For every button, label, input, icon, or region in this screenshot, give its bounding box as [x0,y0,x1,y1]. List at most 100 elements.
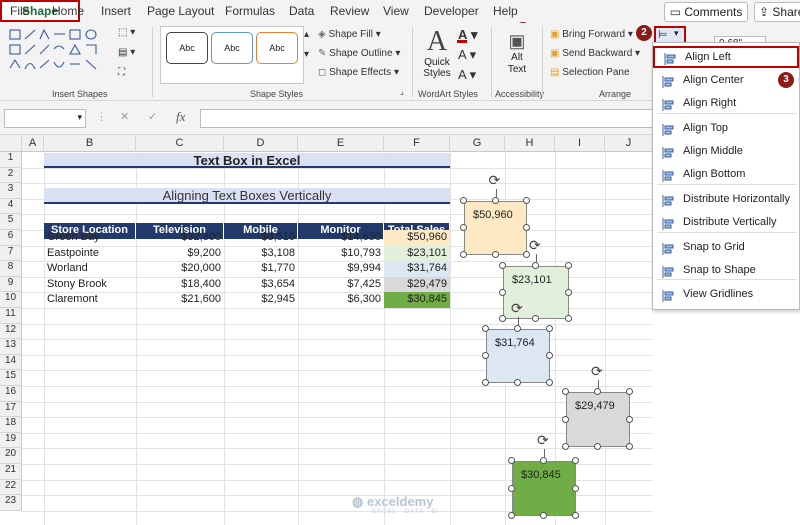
resize-handle[interactable] [482,379,489,386]
menu-item-view-gridlines[interactable]: View Gridlines [653,283,799,305]
store-location-cell[interactable]: Worland [44,261,136,277]
resize-handle[interactable] [562,443,569,450]
resize-handle[interactable] [460,251,467,258]
rotate-handle-icon[interactable]: ⟳ [489,172,501,189]
resize-handle[interactable] [460,197,467,204]
send-backward-button[interactable]: ▣ Send Backward ▾ [550,48,640,59]
resize-handle[interactable] [572,484,579,492]
row-header[interactable]: 12 [0,323,22,340]
menu-item-snap-to-shape[interactable]: Snap to Shape [653,259,799,281]
menu-item-snap-to-grid[interactable]: Snap to Grid [653,236,799,258]
resize-handle[interactable] [626,443,633,450]
rotate-handle-icon[interactable]: ⟳ [537,432,549,449]
row-header[interactable]: 22 [0,479,22,496]
store-location-cell[interactable]: Eastpointe [44,246,136,262]
sheet-title[interactable]: Text Box in Excel [44,152,450,169]
table-cell[interactable]: $31,764 [384,261,450,277]
resize-handle[interactable] [572,512,579,519]
text-fill-icon[interactable]: A ▾ [457,27,478,43]
edit-shape-icon[interactable]: ⬚ ▾ [118,27,135,38]
tab-page-layout[interactable]: Page Layout [147,4,214,18]
resize-handle[interactable] [572,457,579,464]
table-cell[interactable]: $29,479 [384,276,450,293]
selection-pane-button[interactable]: ▤ Selection Pane [550,67,630,78]
row-header[interactable]: 3 [0,183,22,199]
text-box-shape[interactable]: $50,960 [464,201,527,255]
quick-styles-button[interactable]: A Quick Styles [420,27,454,83]
store-location-cell[interactable]: Claremont [44,292,136,308]
resize-handle[interactable] [508,484,515,492]
column-header[interactable]: J [605,135,653,152]
bring-forward-button[interactable]: ▣ Bring Forward ▾ [550,29,633,40]
table-cell[interactable]: $10,793 [298,246,384,262]
table-cell[interactable]: $18,400 [136,277,224,293]
resize-handle[interactable] [482,352,489,359]
fx-icon[interactable]: fx [176,109,185,125]
row-header[interactable]: 2 [0,167,22,184]
column-header[interactable]: B [44,135,136,152]
shape-outline-button[interactable]: ✎ Shape Outline ▾ [318,48,400,59]
table-cell[interactable]: $9,994 [298,261,384,277]
row-header[interactable]: 20 [0,448,22,464]
tab-developer[interactable]: Developer [424,4,479,18]
resize-handle[interactable] [523,197,530,204]
resize-handle[interactable] [594,388,601,395]
column-header[interactable]: H [505,135,555,152]
column-header[interactable]: G [450,135,505,152]
table-cell[interactable]: $32,800 [136,230,224,246]
resize-handle[interactable] [499,315,506,322]
tab-formulas[interactable]: Formulas [225,4,275,18]
enter-icon[interactable]: ✓ [148,110,157,123]
shapes-gallery[interactable] [8,28,106,80]
resize-handle[interactable] [491,197,499,204]
share-button[interactable]: ⇪ Share [754,2,800,22]
table-cell[interactable]: $3,654 [224,277,298,293]
tab-view[interactable]: View [383,4,409,18]
tab-data[interactable]: Data [289,4,314,18]
menu-item-align-top[interactable]: Align Top [653,117,799,139]
resize-handle[interactable] [562,415,569,423]
resize-handle[interactable] [523,224,530,231]
text-box-shape[interactable]: $31,764 [486,329,550,383]
text-box-shape[interactable]: $29,479 [566,392,630,447]
store-location-cell[interactable]: Green Bay [44,230,136,246]
resize-handle[interactable] [514,379,521,386]
resize-handle[interactable] [562,388,569,395]
comments-button[interactable]: ▭ Comments [664,2,748,22]
row-header[interactable]: 4 [0,198,22,215]
style-sample-1[interactable]: Abc [166,32,208,64]
cancel-icon[interactable]: ✕ [120,110,129,123]
row-header[interactable]: 23 [0,495,22,511]
menu-item-align-bottom[interactable]: Align Bottom [653,163,799,185]
table-cell[interactable]: $30,845 [384,292,450,308]
resize-handle[interactable] [540,457,547,464]
resize-handle[interactable] [499,288,506,296]
row-header[interactable]: 11 [0,308,22,324]
column-header[interactable]: E [298,135,384,152]
text-outline-icon[interactable]: A ▾ [458,47,476,63]
formula-input[interactable] [200,109,655,128]
resize-handle[interactable] [565,262,572,269]
menu-item-align-right[interactable]: Align Right [653,92,799,114]
row-header[interactable]: 16 [0,386,22,402]
column-header[interactable]: C [136,135,224,152]
text-box-icon[interactable]: ▤ ▾ [118,47,135,58]
tab-file[interactable]: File [10,4,29,18]
gallery-scroll-up-icon[interactable]: ▴ [304,29,309,40]
menu-item-align-left[interactable]: Align Left [653,46,799,68]
dialog-launcher-icon[interactable]: ⌟ [400,87,404,96]
resize-handle[interactable] [508,512,515,519]
resize-handle[interactable] [546,352,553,359]
row-header[interactable]: 5 [0,214,22,230]
tab-review[interactable]: Review [330,4,369,18]
row-header[interactable]: 8 [0,261,22,277]
shape-effects-button[interactable]: ◻ Shape Effects ▾ [318,67,399,78]
table-cell[interactable]: $3,108 [224,246,298,262]
resize-handle[interactable] [508,457,515,464]
style-sample-3[interactable]: Abc [256,32,298,64]
resize-handle[interactable] [546,325,553,332]
row-header[interactable]: 1 [0,152,22,168]
row-header[interactable]: 21 [0,464,22,480]
resize-handle[interactable] [482,325,489,332]
rotate-handle-icon[interactable]: ⟳ [529,237,541,254]
